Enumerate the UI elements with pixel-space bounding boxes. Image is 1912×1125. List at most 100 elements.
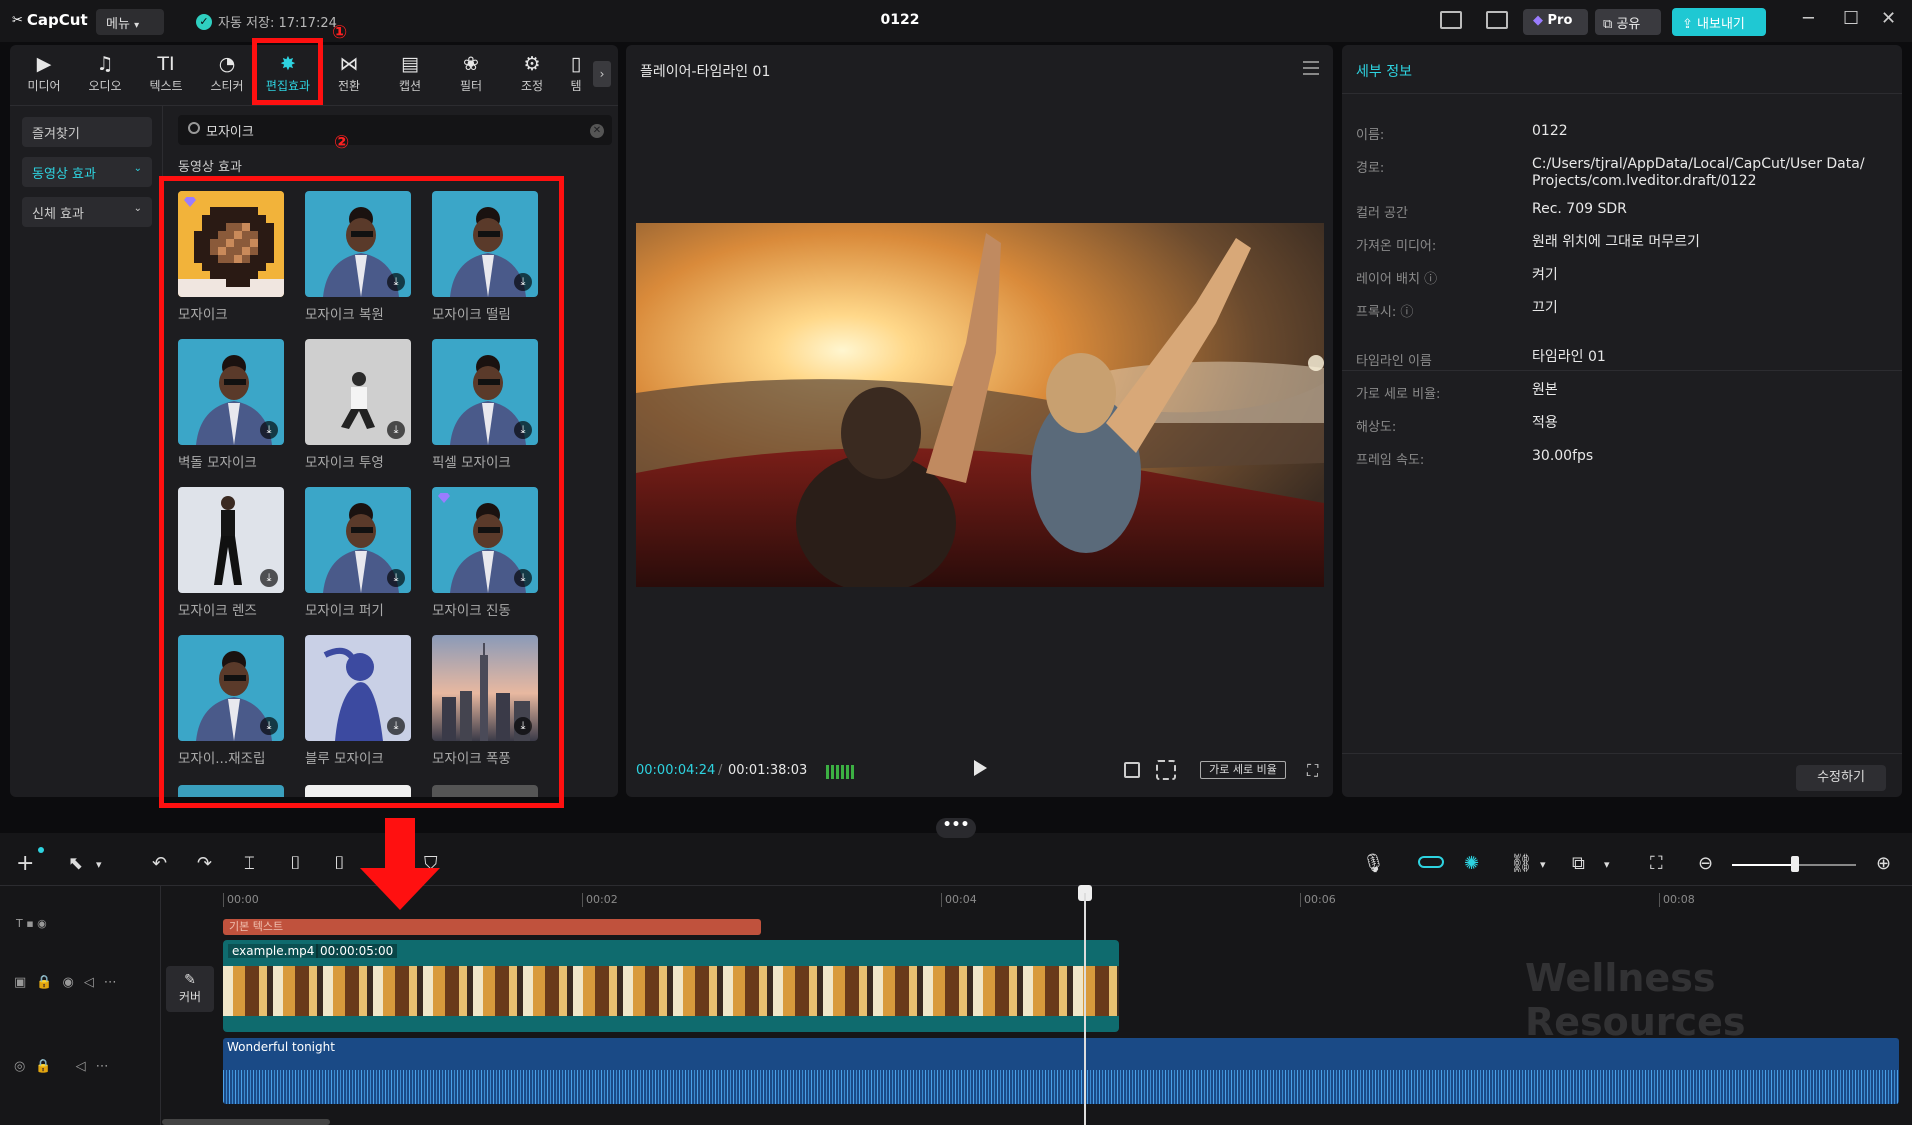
edit-button[interactable]: 수정하기 xyxy=(1796,765,1886,791)
zoom-slider-handle[interactable] xyxy=(1791,856,1799,872)
tabs-scroll-right[interactable]: › xyxy=(593,61,611,87)
adjust-icon: ⚙ xyxy=(523,53,541,75)
microphone-icon[interactable]: 🎙 xyxy=(1362,853,1385,874)
filter-icon: ❀ xyxy=(463,53,479,75)
timecode-separator: / xyxy=(718,763,723,778)
layout-icon[interactable] xyxy=(1440,11,1462,29)
divider xyxy=(1342,753,1902,754)
zoom-fit-icon[interactable] xyxy=(1156,760,1176,780)
title-bar: ✂ CapCut 메뉴 ▾ ✓ 자동 저장: 17:17:24 0122 ◆ Pro… xyxy=(0,0,1912,42)
panel-resize-handle[interactable]: ••• xyxy=(936,818,976,838)
text-clip[interactable]: 기본 텍스트 xyxy=(223,919,761,935)
detail-key: 경로: xyxy=(1356,161,1385,176)
split-icon[interactable]: ⌶ xyxy=(244,853,255,874)
video-track-controls[interactable]: ▣🔒◉◁⋯ xyxy=(14,975,127,990)
safe-area-icon[interactable] xyxy=(1124,762,1140,778)
video-clip[interactable]: example.mp4 00:00:05:00 xyxy=(223,940,1119,1032)
close-icon[interactable]: ✕ xyxy=(1881,8,1896,29)
caption-icon: ▤ xyxy=(401,53,419,75)
tab-label: 스티커 xyxy=(210,79,244,93)
section-title: 동영상 효과 xyxy=(178,160,242,175)
ruler-tick: 00:00 xyxy=(223,893,259,907)
detail-key: 컬러 공간 xyxy=(1356,206,1408,221)
aspect-ratio-button[interactable]: 가로 세로 비율 xyxy=(1200,761,1286,779)
annotation-arrow-head xyxy=(360,868,440,910)
auto-snap-icon[interactable]: ✺ xyxy=(1464,853,1479,874)
maximize-icon[interactable]: ☐ xyxy=(1843,8,1859,29)
minimize-icon[interactable]: ─ xyxy=(1803,8,1814,29)
detail-key: 프레임 속도: xyxy=(1356,453,1425,468)
undo-icon[interactable]: ↶ xyxy=(152,853,167,874)
category-video-effects[interactable]: 동영상 효과 ⌄ xyxy=(22,157,152,187)
tab-audio[interactable]: ♫ 오디오 xyxy=(77,51,133,99)
detail-key: 프록시: ⓘ xyxy=(1356,305,1414,320)
search-input[interactable]: 모자이크 xyxy=(178,115,612,145)
fullscreen-icon[interactable]: ⛶ xyxy=(1307,761,1318,781)
details-panel: 세부 정보 이름: 0122 경로: C:/Users/tjral/AppData/L… xyxy=(1342,45,1902,797)
chevron-down-icon[interactable]: ▾ xyxy=(1540,858,1546,871)
audio-clip[interactable]: Wonderful tonight xyxy=(223,1038,1899,1104)
detail-value: 타임라인 01 xyxy=(1532,349,1606,365)
tab-filter[interactable]: ❀ 필터 xyxy=(443,51,499,99)
chevron-down-icon[interactable]: ▾ xyxy=(96,858,102,871)
tab-text[interactable]: TI 텍스트 xyxy=(138,51,194,99)
cover-button[interactable]: ✎ 커버 xyxy=(166,966,214,1012)
magnet-link-icon[interactable] xyxy=(1418,856,1444,868)
select-tool-icon[interactable]: ⬉ xyxy=(68,853,83,874)
redo-icon[interactable]: ↷ xyxy=(197,853,212,874)
subtitle-icon[interactable]: ⛶ xyxy=(1650,853,1663,874)
ruler-tick: 00:08 xyxy=(1659,893,1695,907)
chevron-down-icon[interactable]: ▾ xyxy=(1604,858,1610,871)
zoom-out-icon[interactable]: ⊖ xyxy=(1698,853,1713,874)
share-button[interactable]: ⧉ 공유 xyxy=(1595,9,1661,35)
audio-icon: ♫ xyxy=(96,53,114,75)
divider xyxy=(1342,93,1902,94)
audio-track-controls[interactable]: ◎🔒 ◁⋯ xyxy=(14,1059,119,1074)
detail-key: 레이어 배치 ⓘ xyxy=(1356,272,1438,287)
detail-value: 0122 xyxy=(1532,123,1568,139)
player-panel: 플레이어-타임라인 01 00:00:04:24 / 00:01:38:03 가… xyxy=(626,45,1333,797)
category-body-effects[interactable]: 신체 효과 ⌄ xyxy=(22,197,152,227)
pro-button[interactable]: ◆ Pro xyxy=(1523,9,1588,35)
detail-value: 원래 위치에 그대로 머무르기 xyxy=(1532,234,1700,250)
zoom-in-icon[interactable]: ⊕ xyxy=(1876,853,1891,874)
export-button[interactable]: ⇪ 내보내기 xyxy=(1672,8,1766,36)
tab-label: 오디오 xyxy=(88,79,122,93)
detail-value: 켜기 xyxy=(1532,267,1558,283)
menu-icon[interactable] xyxy=(1303,61,1319,75)
tab-transition[interactable]: ⋈ 전환 xyxy=(321,51,377,99)
tab-sticker[interactable]: ◔ 스티커 xyxy=(199,51,255,99)
clear-search-icon[interactable]: ✕ xyxy=(590,124,604,138)
trim-left-icon[interactable]: ⌷ xyxy=(290,853,301,874)
chevron-down-icon: ⌄ xyxy=(133,203,142,214)
preview-axis-icon[interactable]: ⧉ xyxy=(1572,853,1585,874)
search-icon xyxy=(188,122,200,134)
template-icon: ▯ xyxy=(570,53,582,75)
tab-media[interactable]: ▶ 미디어 xyxy=(16,51,72,99)
link-icon[interactable]: ⛓ xyxy=(1510,853,1533,874)
add-track-icon[interactable]: + xyxy=(16,851,34,876)
playhead[interactable] xyxy=(1084,893,1086,1125)
annotation-arrow xyxy=(385,818,415,870)
horizontal-scrollbar[interactable] xyxy=(162,1119,330,1125)
details-header: 세부 정보 xyxy=(1356,64,1412,80)
divider xyxy=(10,105,618,106)
annotation-step2: ② xyxy=(334,132,350,153)
video-preview[interactable] xyxy=(636,223,1324,587)
detail-key: 가져온 미디어: xyxy=(1356,239,1437,254)
tab-adjust[interactable]: ⚙ 조정 xyxy=(504,51,560,99)
trim-right-icon[interactable]: ⌷ xyxy=(334,853,345,874)
text-track-controls[interactable]: T ▪ ◉ xyxy=(16,917,47,930)
current-timecode: 00:00:04:24 xyxy=(636,763,716,778)
tab-label: 캡션 xyxy=(398,79,422,93)
play-icon[interactable] xyxy=(974,760,987,776)
tab-caption[interactable]: ▤ 캡션 xyxy=(382,51,438,99)
player-title: 플레이어-타임라인 01 xyxy=(640,64,771,80)
tab-template[interactable]: ▯ 템 xyxy=(565,51,587,99)
category-favorites[interactable]: 즐겨찾기 xyxy=(22,117,152,147)
detail-key: 타임라인 이름 xyxy=(1356,354,1432,369)
annotation-step1: ① xyxy=(332,22,348,43)
keyboard-icon[interactable] xyxy=(1486,11,1508,29)
zoom-slider-fill xyxy=(1732,864,1794,866)
media-icon: ▶ xyxy=(36,53,52,75)
